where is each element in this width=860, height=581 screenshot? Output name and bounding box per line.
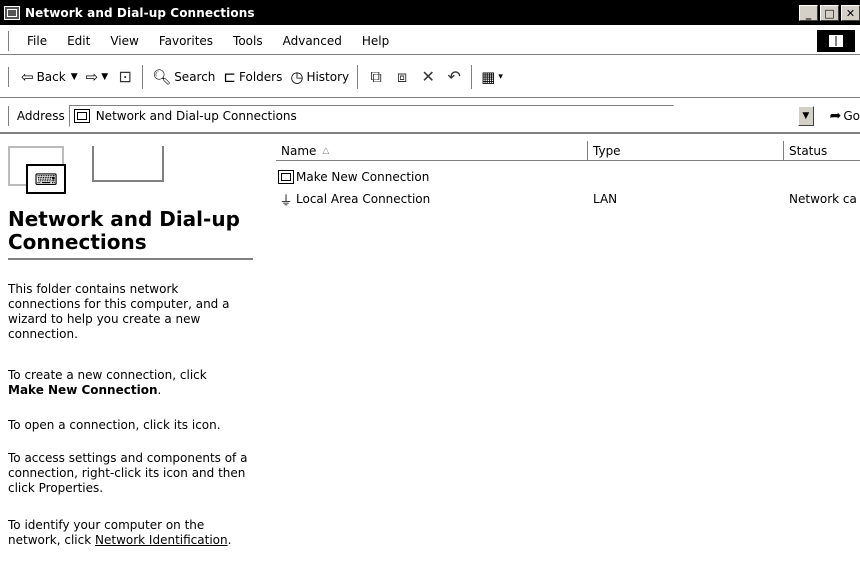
list-item[interactable]: ⏚ Local Area Connection LAN Network ca <box>276 189 860 209</box>
address-bar: Address Network and Dial-up Connections … <box>0 99 860 134</box>
network-folder-icon <box>4 5 20 20</box>
make-new-connection-icon <box>278 170 294 184</box>
create-hint-bold: Make New Connection <box>8 383 158 397</box>
forward-button[interactable]: ⇨ ▼ <box>82 68 113 86</box>
network-identification-link[interactable]: Network Identification <box>95 533 228 547</box>
connections-list: Name △ Type Status Make New Connection ⏚… <box>276 140 860 581</box>
info-pane: ⌨ Network and Dial-up Connections This f… <box>0 140 256 581</box>
toolbar-separator <box>471 64 474 89</box>
menu-view[interactable]: View <box>100 34 148 48</box>
undo-icon[interactable]: ↶ <box>441 67 467 86</box>
views-icon: ▦ <box>481 67 496 86</box>
menu-file[interactable]: File <box>17 34 57 48</box>
up-folder-icon[interactable]: ⊡ <box>112 67 138 86</box>
views-dropdown-icon: ▾ <box>498 71 503 82</box>
pane-identify-hint: To identify your computer on the network… <box>8 518 253 548</box>
column-type-label: Type <box>593 143 621 158</box>
go-label: Go <box>843 108 860 123</box>
forward-dropdown-icon[interactable]: ▼ <box>101 72 108 82</box>
move-to-icon[interactable]: ⧉ <box>363 67 389 87</box>
address-value: Network and Dial-up Connections <box>95 108 297 123</box>
create-hint-suffix: . <box>157 383 162 397</box>
folders-label: Folders <box>239 69 283 84</box>
sort-ascending-icon: △ <box>322 145 330 156</box>
item-name-cell: Make New Connection <box>276 170 588 184</box>
toolbar-separator <box>142 64 145 89</box>
column-header-status[interactable]: Status <box>784 141 860 161</box>
address-input[interactable]: Network and Dial-up Connections <box>68 104 675 127</box>
pane-create-hint: To create a new connection, click Make N… <box>8 368 253 398</box>
list-header: Name △ Type Status <box>276 141 860 161</box>
menubar-grip[interactable] <box>8 30 11 51</box>
pane-settings-hint: To access settings and components of a c… <box>8 451 248 495</box>
list-item[interactable]: Make New Connection <box>276 167 860 187</box>
views-button[interactable]: ▦ ▾ <box>477 68 507 86</box>
item-name: Local Area Connection <box>296 192 431 206</box>
network-folder-icon <box>73 108 90 123</box>
history-label: History <box>306 69 350 84</box>
toolbar-separator <box>357 64 360 89</box>
copy-to-icon[interactable]: ⧈ <box>389 67 415 87</box>
item-name: Make New Connection <box>296 170 430 184</box>
search-icon: 🔍︎ <box>152 67 172 86</box>
go-arrow-icon: ➦ <box>829 107 842 124</box>
lan-connection-icon: ⏚ <box>279 193 293 207</box>
address-label: Address <box>16 108 65 123</box>
pane-open-hint: To open a connection, click its icon. <box>8 418 221 432</box>
go-button[interactable]: ➦ Go <box>830 108 860 124</box>
standard-toolbar: ⇦ Back ▼ ⇨ ▼ ⊡ 🔍︎ Search ⊏ Folders ◷ His… <box>0 56 860 98</box>
menu-edit[interactable]: Edit <box>57 34 100 48</box>
windows-logo <box>817 30 855 52</box>
pane-title: Network and Dial-up Connections <box>8 207 240 254</box>
search-button[interactable]: 🔍︎ Search <box>148 68 219 86</box>
back-arrow-icon: ⇦ <box>21 67 34 86</box>
column-header-name[interactable]: Name △ <box>276 141 588 161</box>
close-button[interactable]: ✕ <box>841 5 860 21</box>
maximize-button[interactable]: □ <box>820 5 839 21</box>
identify-hint-suffix: . <box>227 533 232 547</box>
banner-frame <box>92 146 164 182</box>
address-dropdown-button[interactable]: ▼ <box>798 105 814 126</box>
divider <box>8 258 253 260</box>
folders-button[interactable]: ⊏ Folders <box>219 68 286 86</box>
item-status: Network ca <box>789 192 857 206</box>
folders-icon: ⊏ <box>223 67 236 86</box>
back-button[interactable]: ⇦ Back ▼ <box>17 68 82 86</box>
create-hint-text: To create a new connection, click <box>8 368 207 382</box>
menu-favorites[interactable]: Favorites <box>149 34 223 48</box>
address-grip[interactable] <box>8 105 11 126</box>
item-type: LAN <box>593 192 618 206</box>
toolbar-grip[interactable] <box>8 66 11 87</box>
minimize-button[interactable]: _ <box>799 5 818 21</box>
column-header-type[interactable]: Type <box>588 141 784 161</box>
back-dropdown-icon[interactable]: ▼ <box>71 72 78 82</box>
column-status-label: Status <box>789 143 828 158</box>
menu-tools[interactable]: Tools <box>223 34 273 48</box>
item-name-cell: ⏚ Local Area Connection <box>276 192 588 206</box>
network-connections-icon: ⌨ <box>26 164 66 194</box>
menu-bar: File Edit View Favorites Tools Advanced … <box>0 27 860 55</box>
search-label: Search <box>174 69 216 84</box>
menu-help[interactable]: Help <box>352 34 399 48</box>
delete-icon[interactable]: ✕ <box>415 67 441 86</box>
pane-description: This folder contains network connections… <box>8 282 230 341</box>
folder-banner-graphic: ⌨ <box>8 146 168 204</box>
history-icon: ◷ <box>290 67 304 86</box>
column-name-label: Name <box>281 143 317 158</box>
title-bar[interactable]: Network and Dial-up Connections _ □ ✕ <box>0 0 860 25</box>
window-controls: _ □ ✕ <box>799 5 860 21</box>
forward-arrow-icon: ⇨ <box>85 67 99 86</box>
history-button[interactable]: ◷ History <box>286 68 353 86</box>
menu-advanced[interactable]: Advanced <box>273 34 352 48</box>
back-label: Back <box>36 69 66 84</box>
window-title: Network and Dial-up Connections <box>25 5 255 20</box>
